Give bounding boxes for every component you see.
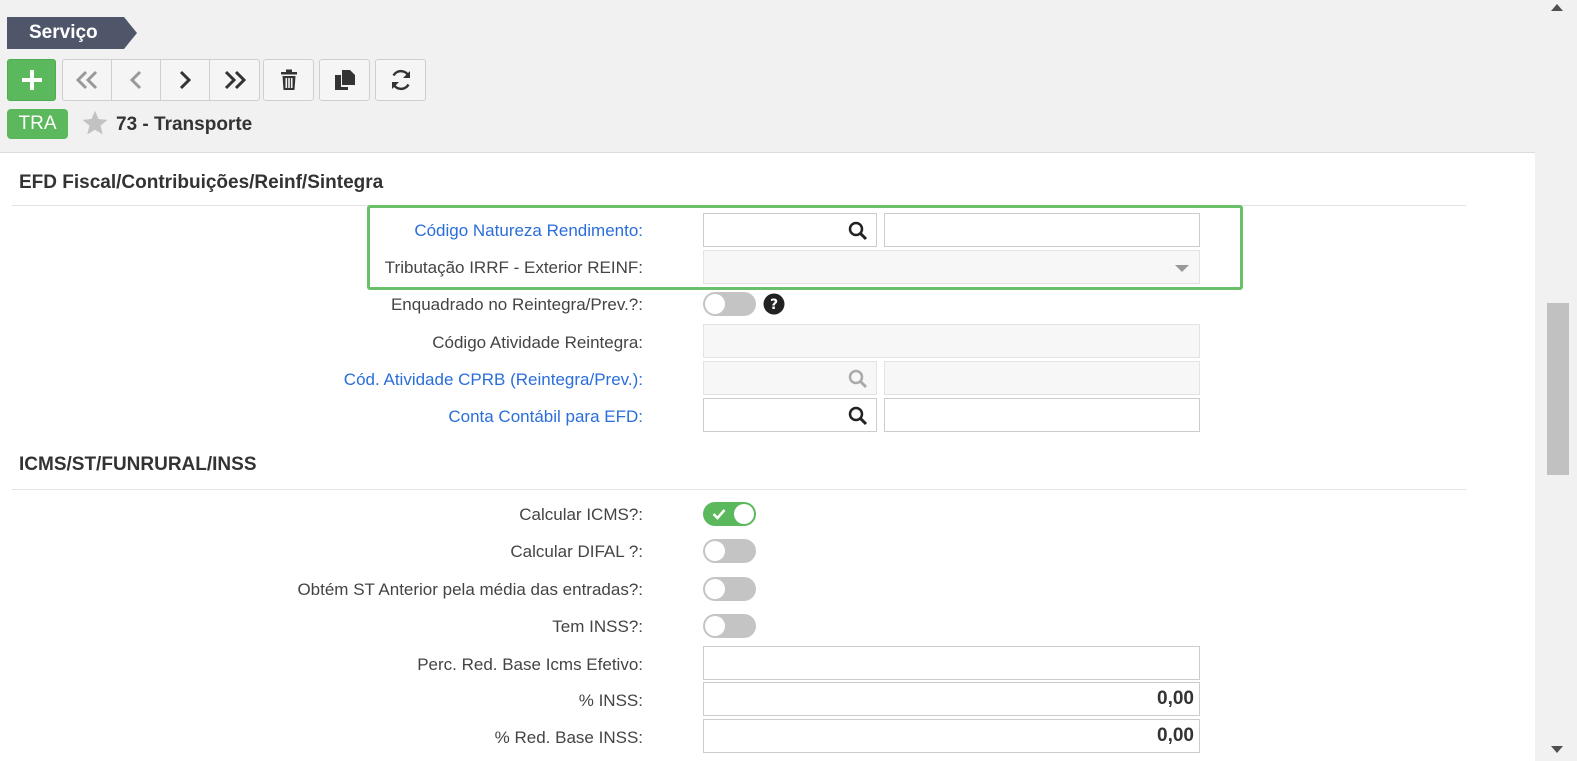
status-badge: TRA [7, 109, 68, 139]
perc-red-base-input[interactable] [703, 646, 1200, 680]
tem-inss-label: Tem INSS?: [552, 617, 643, 636]
conta-contabil-label[interactable]: Conta Contábil para EFD: [448, 407, 643, 427]
double-chevron-left-icon [75, 70, 98, 90]
scroll-up-icon[interactable] [1551, 4, 1563, 11]
cod-atividade-cprb-description[interactable] [884, 361, 1200, 395]
calcular-difal-label: Calcular DIFAL ?: [510, 542, 643, 561]
red-base-inss-label: % Red. Base INSS: [494, 728, 643, 747]
toggle-knob [705, 541, 725, 561]
enquadrado-label: Enquadrado no Reintegra/Prev.?: [390, 295, 643, 314]
check-icon [712, 509, 726, 520]
copy-button[interactable] [319, 59, 370, 101]
calcular-icms-label: Calcular ICMS?: [519, 505, 643, 524]
copy-icon [334, 70, 355, 90]
toggle-knob [705, 294, 725, 314]
scrollbar-thumb[interactable] [1547, 303, 1569, 475]
plus-icon [21, 70, 42, 90]
record-title: 73 - Transporte [116, 114, 253, 135]
chevron-right-icon [179, 70, 192, 90]
section-title-efd: EFD Fiscal/Contribuições/Reinf/Sintegra [19, 172, 384, 193]
add-button[interactable] [7, 59, 56, 101]
codigo-atividade-label: Código Atividade Reintegra: [432, 333, 643, 352]
first-record-button[interactable] [63, 60, 112, 100]
perc-inss-input[interactable]: 0,00 [703, 682, 1200, 716]
search-icon [848, 369, 868, 389]
last-record-button[interactable] [210, 60, 259, 100]
section-divider [12, 489, 1466, 490]
delete-button[interactable] [263, 59, 314, 101]
svg-text:?: ? [770, 297, 778, 313]
tem-inss-toggle[interactable] [703, 614, 756, 638]
page-title: Serviço [7, 17, 137, 49]
previous-record-button[interactable] [112, 60, 161, 100]
double-chevron-right-icon [224, 70, 246, 90]
highlight-box [367, 205, 1243, 290]
toggle-knob [734, 504, 754, 524]
conta-contabil-description[interactable] [884, 398, 1200, 432]
cod-atividade-cprb-input[interactable] [703, 361, 877, 395]
codigo-atividade-input[interactable] [703, 324, 1200, 358]
refresh-button[interactable] [375, 59, 426, 101]
page-header: Serviço TRA 73 - Transporte [0, 0, 1545, 152]
calcular-difal-toggle[interactable] [703, 539, 756, 563]
toggle-knob [705, 616, 725, 636]
obtem-st-label: Obtém ST Anterior pela média das entrada… [297, 580, 643, 599]
chevron-left-icon [129, 70, 142, 90]
favorite-star-icon[interactable] [81, 109, 109, 142]
search-icon[interactable] [848, 406, 868, 426]
perc-red-base-label: Perc. Red. Base Icms Efetivo: [417, 655, 643, 674]
perc-inss-label: % INSS: [578, 691, 643, 710]
scroll-down-icon[interactable] [1551, 746, 1563, 753]
help-icon[interactable]: ? [763, 293, 785, 320]
next-record-button[interactable] [161, 60, 210, 100]
record-navigation [62, 59, 260, 101]
enquadrado-toggle[interactable] [703, 292, 756, 316]
vertical-scrollbar[interactable] [1545, 0, 1577, 760]
toggle-knob [705, 579, 725, 599]
cod-atividade-cprb-label[interactable]: Cód. Atividade CPRB (Reintegra/Prev.): [344, 370, 643, 390]
trash-icon [280, 69, 297, 90]
calcular-icms-toggle[interactable] [703, 502, 756, 526]
section-title-icms: ICMS/ST/FUNRURAL/INSS [19, 454, 257, 475]
refresh-icon [391, 69, 410, 91]
red-base-inss-input[interactable]: 0,00 [703, 719, 1200, 753]
conta-contabil-input[interactable] [703, 398, 877, 432]
obtem-st-toggle[interactable] [703, 577, 756, 601]
